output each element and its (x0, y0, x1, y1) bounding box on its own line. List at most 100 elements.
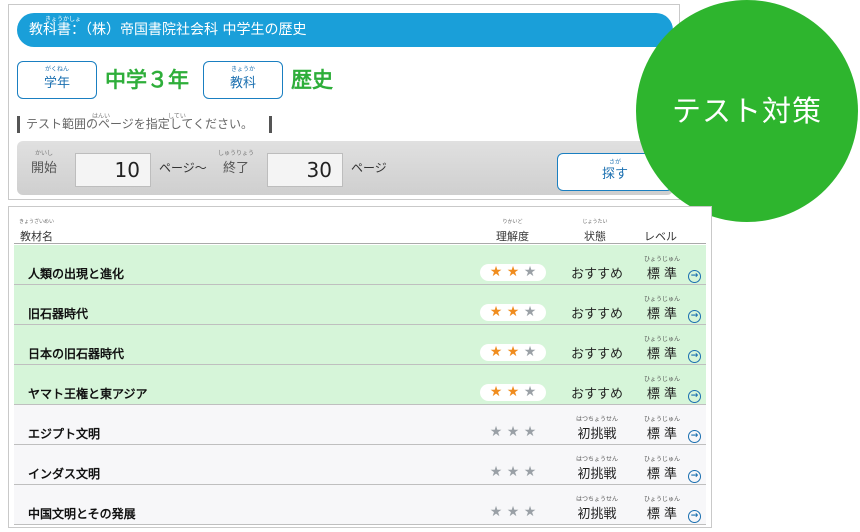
star-icon: ★ (523, 384, 537, 400)
lesson-table-panel: きょうざいめい 教材名 りかいど 理解度 じょうたい 状態 レベル 人類の出現と… (8, 206, 712, 528)
star-icon: ★ (523, 264, 537, 280)
table-row[interactable]: ヤマト王権と東アジア ★ ★ ★ おすすめ ひょうじゅん標 準 → (14, 365, 706, 405)
table-rows: 人類の出現と進化 ★ ★ ★ おすすめ ひょうじゅん標 準 → 旧石器時代 ★ ★ ★ おすすめ ひょう… (14, 245, 706, 525)
lesson-title: 中国文明とその発展 (28, 507, 136, 521)
status-text: 初挑戦 (577, 467, 617, 482)
header-status: 状態 (584, 230, 606, 243)
lesson-title: 人類の出現と進化 (28, 267, 125, 281)
lesson-status: おすすめ (562, 343, 632, 362)
star-icon: ★ (489, 264, 503, 280)
hint-text-body: テスト範囲のページを指定してください。 (26, 117, 254, 131)
level-furigana: ひょうじゅん (643, 416, 681, 423)
star-icon: ★ (506, 464, 520, 480)
lesson-title: ヤマト王権と東アジア (28, 387, 148, 401)
start-label-furigana: かいし (34, 150, 54, 157)
status-text: おすすめ (570, 387, 623, 402)
table-row[interactable]: 日本の旧石器時代 ★ ★ ★ おすすめ ひょうじゅん標 準 → (14, 325, 706, 365)
start-label-wrap: かいし 開始 (31, 151, 57, 177)
end-page-input[interactable] (267, 153, 343, 187)
circle-arrow-right-icon[interactable]: → (688, 390, 701, 403)
textbook-settings-panel: きょうかしょ 教科書：（株）帝国書院社会科 中学生の歴史 がくねん 学年 中学３… (8, 4, 680, 200)
test-prep-badge: テスト対策 (636, 0, 858, 222)
status-text: 初挑戦 (577, 507, 617, 522)
understanding-stars: ★ ★ ★ (480, 424, 546, 441)
circle-arrow-right-icon[interactable]: → (688, 350, 701, 363)
range-hint: はんい してい テスト範囲のページを指定してください。 (17, 113, 277, 135)
textbook-bar[interactable]: きょうかしょ 教科書：（株）帝国書院社会科 中学生の歴史 (17, 13, 673, 47)
subject-select-button[interactable]: きょうか 教科 (203, 61, 283, 99)
header-title: 教材名 (20, 230, 53, 243)
understanding-stars: ★ ★ ★ (480, 464, 546, 481)
table-row[interactable]: インダス文明 ★ ★ ★ はつちょうせん 初挑戦 ひょうじゅん標 準 → (14, 445, 706, 485)
table-row[interactable]: 人類の出現と進化 ★ ★ ★ おすすめ ひょうじゅん標 準 → (14, 245, 706, 285)
lesson-level: ひょうじゅん標 準 (642, 297, 682, 323)
level-text: 標 準 (646, 467, 678, 482)
understanding-stars: ★ ★ ★ (480, 344, 546, 361)
header-level: レベル (644, 230, 677, 243)
table-row[interactable]: 旧石器時代 ★ ★ ★ おすすめ ひょうじゅん標 準 → (14, 285, 706, 325)
understanding-stars: ★ ★ ★ (480, 304, 546, 321)
grade-select-button[interactable]: がくねん 学年 (17, 61, 97, 99)
search-button-furigana: さが (608, 159, 622, 166)
grade-value: 中学３年 (105, 68, 189, 92)
lesson-level: ひょうじゅん標 準 (642, 497, 682, 523)
header-title-wrap: きょうざいめい 教材名 (19, 219, 54, 244)
star-icon: ★ (506, 344, 520, 360)
status-furigana: はつちょうせん (575, 456, 619, 463)
level-furigana: ひょうじゅん (643, 296, 681, 303)
lesson-level: ひょうじゅん標 準 (642, 257, 682, 283)
lesson-status: はつちょうせん初挑戦 (562, 497, 632, 523)
header-status-wrap: じょうたい 状態 (582, 219, 607, 244)
star-icon: ★ (523, 344, 537, 360)
circle-arrow-right-icon[interactable]: → (688, 470, 701, 483)
header-status-furigana: じょうたい (582, 219, 608, 225)
lesson-table: きょうざいめい 教材名 りかいど 理解度 じょうたい 状態 レベル 人類の出現と… (14, 212, 706, 525)
lesson-level: ひょうじゅん標 準 (642, 377, 682, 403)
start-page-input[interactable] (75, 153, 151, 187)
level-furigana: ひょうじゅん (643, 376, 681, 383)
textbook-furigana: きょうかしょ (44, 16, 82, 23)
level-furigana: ひょうじゅん (643, 336, 681, 343)
star-icon: ★ (523, 424, 537, 440)
star-icon: ★ (489, 344, 503, 360)
range-hint-text: はんい してい テスト範囲のページを指定してください。 (26, 113, 253, 135)
star-icon: ★ (489, 384, 503, 400)
level-furigana: ひょうじゅん (643, 456, 681, 463)
hint-furigana-shitei: してい (168, 113, 186, 120)
level-text: 標 準 (646, 427, 678, 442)
end-label: 終了 (223, 161, 250, 176)
subject-button-furigana: きょうか (230, 66, 256, 73)
understanding-stars: ★ ★ ★ (480, 384, 546, 401)
level-furigana: ひょうじゅん (643, 496, 681, 503)
grade-button-furigana: がくねん (44, 66, 70, 73)
hint-furigana-hani: はんい (92, 113, 111, 120)
table-row[interactable]: 中国文明とその発展 ★ ★ ★ はつちょうせん 初挑戦 ひょうじゅん標 準 → (14, 485, 706, 525)
textbook-label: 教科書：（株）帝国書院社会科 中学生の歴史 (29, 22, 307, 38)
star-icon: ★ (523, 464, 537, 480)
lesson-status: おすすめ (562, 263, 632, 282)
status-text: おすすめ (570, 267, 623, 282)
status-furigana: はつちょうせん (575, 496, 619, 503)
table-row[interactable]: エジプト文明 ★ ★ ★ はつちょうせん 初挑戦 ひょうじゅん標 準 → (14, 405, 706, 445)
start-page-suffix: ページ～ (159, 161, 207, 175)
circle-arrow-right-icon[interactable]: → (688, 310, 701, 323)
status-text: おすすめ (570, 347, 623, 362)
circle-arrow-right-icon[interactable]: → (688, 430, 701, 443)
search-button-label: 探す (601, 167, 628, 182)
circle-arrow-right-icon[interactable]: → (688, 270, 701, 283)
level-text: 標 準 (646, 507, 678, 522)
hint-bracket-right (269, 116, 272, 133)
lesson-status: おすすめ (562, 303, 632, 322)
star-icon: ★ (506, 384, 520, 400)
understanding-stars: ★ ★ ★ (480, 264, 546, 281)
star-icon: ★ (523, 304, 537, 320)
lesson-status: おすすめ (562, 383, 632, 402)
lesson-status: はつちょうせん 初挑戦 (562, 417, 632, 443)
circle-arrow-right-icon[interactable]: → (688, 510, 701, 523)
lesson-level: ひょうじゅん標 準 (642, 457, 682, 483)
grade-subject-row: がくねん 学年 中学３年 きょうか 教科 歴史 (17, 61, 677, 99)
level-furigana: ひょうじゅん (643, 256, 681, 263)
header-title-furigana: きょうざいめい (18, 219, 55, 225)
level-text: 標 準 (646, 387, 678, 402)
star-icon: ★ (489, 504, 503, 520)
